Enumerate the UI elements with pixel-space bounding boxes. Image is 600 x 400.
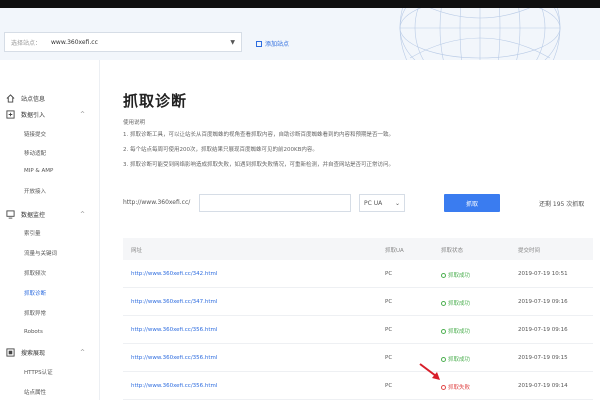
sidebar-item-crawl-frequency[interactable]: 抓取频次 <box>24 269 46 277</box>
fail-icon <box>441 384 446 390</box>
row-status-label: 抓取成功 <box>448 357 471 363</box>
row-status-label: 抓取成功 <box>448 301 471 307</box>
usage-title: 使用说明 <box>123 120 146 126</box>
success-icon <box>441 356 446 362</box>
site-select[interactable]: 选择站点： www.360xefi.cc ▼ <box>4 32 242 52</box>
monitor-icon <box>6 210 15 219</box>
caret-down-icon: ▼ <box>230 38 235 46</box>
chevron-up-icon: ^ <box>80 211 86 218</box>
th-status: 抓取状态 <box>441 248 464 254</box>
site-select-value: www.360xefi.cc <box>51 38 98 46</box>
sidebar-item-crawl-errors[interactable]: 抓取异常 <box>24 309 46 317</box>
sidebar-section-label: 数据引入 <box>21 112 46 119</box>
sidebar-section-search-display[interactable]: 搜索展现 ^ <box>6 348 85 357</box>
row-status[interactable]: 抓取成功 <box>441 355 470 363</box>
sidebar-item-traffic-keywords[interactable]: 流量与关键词 <box>24 249 57 257</box>
sidebar-item-index[interactable]: 索引量 <box>24 229 41 237</box>
search-display-icon <box>6 348 15 357</box>
table-row: http://www.360xefi.cc/356.html PC 抓取失败 2… <box>123 372 593 400</box>
th-ua: 抓取UA <box>385 248 404 254</box>
success-icon <box>441 300 446 306</box>
row-ua: PC <box>385 383 393 389</box>
row-url-link[interactable]: http://www.360xefi.cc/347.html <box>131 299 217 305</box>
row-status-label: 抓取成功 <box>448 273 471 279</box>
ua-select[interactable]: PC UA ⌄ <box>359 194 405 212</box>
header: 选择站点： www.360xefi.cc ▼ 添加站点 <box>0 8 600 60</box>
remaining-count: 还剩 195 次抓取 <box>539 201 585 208</box>
page-title: 抓取诊断 <box>123 92 188 110</box>
row-time: 2019-07-19 09:16 <box>518 327 568 333</box>
row-status-label: 抓取成功 <box>448 329 471 335</box>
fetch-button[interactable]: 抓取 <box>444 194 500 212</box>
row-ua: PC <box>385 327 393 333</box>
row-url-link[interactable]: http://www.360xefi.cc/356.html <box>131 327 217 333</box>
add-site-label: 添加站点 <box>265 41 290 48</box>
sidebar-item-open-access[interactable]: 开放接入 <box>24 187 46 195</box>
add-site-icon <box>256 40 262 47</box>
main-content: 抓取诊断 使用说明 1. 抓取诊断工具，可以让站长从百度蜘蛛的视角查看抓取内容，… <box>101 60 600 400</box>
row-status[interactable]: 抓取失败 <box>441 383 470 391</box>
success-icon <box>441 328 446 334</box>
row-time: 2019-07-19 09:14 <box>518 383 568 389</box>
table-row: http://www.360xefi.cc/356.html PC 抓取成功 2… <box>123 316 593 344</box>
globe-graphic <box>399 8 561 60</box>
row-ua: PC <box>385 271 393 277</box>
sidebar: 站点信息 数据引入 ^ 链接提交 移动适配 MIP & AMP 开放接入 数据监… <box>0 60 100 400</box>
sidebar-section-monitor[interactable]: 数据监控 ^ <box>6 210 85 219</box>
import-icon <box>6 110 15 119</box>
ua-select-value: PC UA <box>364 199 383 207</box>
sidebar-item-mobile-adapt[interactable]: 移动适配 <box>24 149 46 157</box>
usage-line-1: 1. 抓取诊断工具，可以让站长从百度蜘蛛的视角查看抓取内容，自助诊断百度蜘蛛看到… <box>123 132 394 138</box>
sidebar-section-label: 数据监控 <box>21 212 46 219</box>
th-url: 网址 <box>131 248 143 254</box>
row-url-link[interactable]: http://www.360xefi.cc/356.html <box>131 355 217 361</box>
th-time: 提交时间 <box>518 248 541 254</box>
top-black-bar <box>0 0 600 8</box>
row-url-link[interactable]: http://www.360xefi.cc/356.html <box>131 383 217 389</box>
sidebar-item-robots[interactable]: Robots <box>24 329 43 335</box>
sidebar-item-mip-amp[interactable]: MIP & AMP <box>24 168 53 174</box>
table-row: http://www.360xefi.cc/347.html PC 抓取成功 2… <box>123 288 593 316</box>
row-ua: PC <box>385 355 393 361</box>
chevron-down-icon: ⌄ <box>394 199 400 207</box>
sidebar-section-label: 站点信息 <box>21 96 46 103</box>
sidebar-item-https[interactable]: HTTPS认证 <box>24 368 53 376</box>
usage-line-3: 3. 抓取诊断可能受到网络影响造成抓取失败，如遇到抓取失败情况，可重新检测，并自… <box>123 162 394 168</box>
row-ua: PC <box>385 299 393 305</box>
chevron-up-icon: ^ <box>80 111 86 118</box>
chevron-up-icon: ^ <box>80 349 86 356</box>
table-header: 网址 抓取UA 抓取状态 提交时间 <box>123 238 593 260</box>
url-prefix: http://www.360xefi.cc/ <box>123 199 191 206</box>
row-status[interactable]: 抓取成功 <box>441 271 470 279</box>
row-status-label: 抓取失败 <box>448 385 471 391</box>
row-url-link[interactable]: http://www.360xefi.cc/342.html <box>131 271 217 277</box>
row-status[interactable]: 抓取成功 <box>441 299 470 307</box>
row-status[interactable]: 抓取成功 <box>441 327 470 335</box>
success-icon <box>441 272 446 278</box>
add-site-link[interactable]: 添加站点 <box>256 39 289 48</box>
row-time: 2019-07-19 09:16 <box>518 299 568 305</box>
sidebar-item-site-attributes[interactable]: 站点属性 <box>24 388 46 396</box>
home-icon <box>6 94 15 103</box>
sidebar-section-import[interactable]: 数据引入 ^ <box>6 110 85 119</box>
row-time: 2019-07-19 10:51 <box>518 271 568 277</box>
sidebar-section-label: 搜索展现 <box>21 350 46 357</box>
row-time: 2019-07-19 09:15 <box>518 355 568 361</box>
sidebar-item-link-submit[interactable]: 链接提交 <box>24 130 46 138</box>
red-arrow-icon <box>419 363 440 380</box>
table-row: http://www.360xefi.cc/342.html PC 抓取成功 2… <box>123 260 593 288</box>
usage-line-2: 2. 每个站点每周可使用200次，抓取结果只展现百度蜘蛛可见的前200KB内容。 <box>123 147 318 153</box>
sidebar-section-site-info[interactable]: 站点信息 <box>6 94 45 103</box>
site-select-label: 选择站点： <box>11 39 42 47</box>
url-path-input[interactable] <box>199 194 351 212</box>
sidebar-item-crawl-diagnosis[interactable]: 抓取诊断 <box>24 289 46 297</box>
table-row: http://www.360xefi.cc/356.html PC 抓取成功 2… <box>123 344 593 372</box>
